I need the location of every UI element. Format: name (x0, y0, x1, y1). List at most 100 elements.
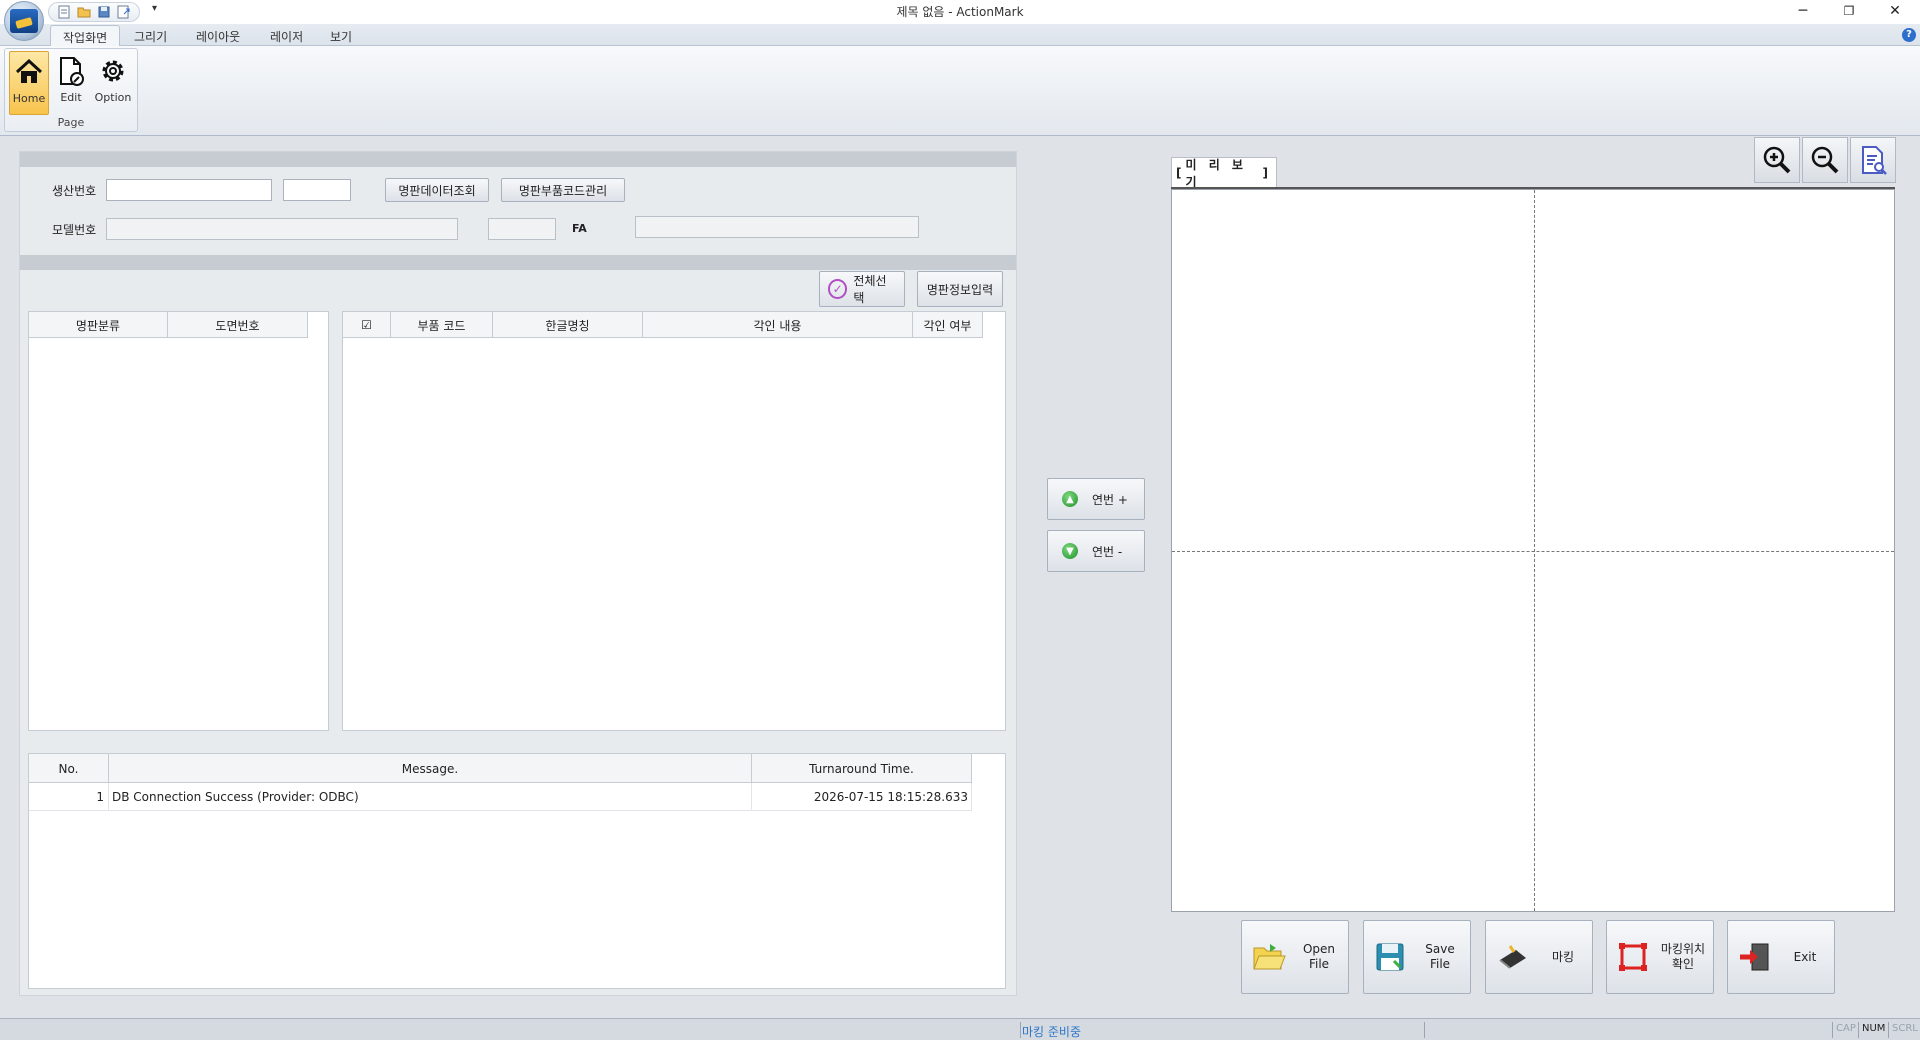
preview-tab-title: 미 리 보 기 (1185, 158, 1247, 189)
status-divider (1424, 1022, 1425, 1038)
status-bar: 마킹 준비중 CAP NUM SCRL (0, 1018, 1920, 1040)
nameplate-info-input-button[interactable]: 명판정보입력 (917, 271, 1003, 307)
zoom-in-button[interactable] (1754, 137, 1800, 183)
serial-minus-button[interactable]: ▼ 연번 - (1047, 530, 1145, 572)
log-grid-header: No. Message. Turnaround Time. (29, 754, 972, 783)
nameplate-lookup-button[interactable]: 명판데이터조회 (385, 178, 489, 202)
column-turnaround-time[interactable]: Turnaround Time. (752, 754, 972, 783)
part-code-management-button[interactable]: 명판부품코드관리 (501, 178, 625, 202)
home-icon (15, 58, 43, 83)
app-menu-button[interactable] (4, 1, 44, 41)
open-file-line1: Open (1302, 942, 1336, 956)
column-no[interactable]: No. (29, 754, 109, 783)
title-bar: ▾ 제목 없음 - ActionMark ─ ❐ ✕ (0, 0, 1920, 41)
log-row-time: 2026-07-15 18:15:28.633 (752, 783, 972, 811)
scroll-lock-indicator: SCRL (1892, 1023, 1918, 1034)
column-part-code[interactable]: 부품 코드 (391, 312, 493, 338)
ribbon-group-page: Home Edit Option Page (4, 48, 138, 132)
fit-page-button[interactable] (1850, 137, 1896, 183)
app-logo-icon (10, 9, 38, 33)
ribbon-tab-bar: 작업화면 그리기 레이아웃 레이저 보기 (0, 24, 1920, 46)
preview-canvas[interactable] (1171, 189, 1895, 912)
marking-area-line1: 마킹위치 (1660, 942, 1706, 956)
tab-layout[interactable]: 레이아웃 (184, 25, 252, 46)
column-drawing-no[interactable]: 도면번호 (168, 312, 308, 338)
serial-plus-label: 연번 + (1092, 492, 1128, 507)
exit-label: Exit (1793, 949, 1817, 964)
status-divider (1832, 1022, 1833, 1038)
column-checkbox[interactable]: ☑ (343, 312, 391, 338)
home-button[interactable]: Home (9, 51, 49, 115)
grid-header-bar (20, 255, 1016, 270)
gear-icon (102, 60, 124, 82)
edit-button-label: Edit (60, 91, 82, 104)
status-divider (1888, 1022, 1889, 1038)
exit-button[interactable]: Exit (1727, 920, 1835, 994)
zoom-out-icon (1811, 146, 1839, 174)
marking-area-icon (1619, 943, 1647, 971)
preview-tab-bracket-close: ] (1262, 166, 1272, 180)
serial-minus-label: 연번 - (1092, 544, 1123, 559)
marking-button[interactable]: 마킹 (1485, 920, 1593, 994)
select-all-button[interactable]: ✓ 전체선택 (819, 271, 905, 307)
exit-door-icon (1740, 943, 1769, 971)
edit-document-icon (60, 57, 84, 86)
parts-grid: ☑ 부품 코드 한글명칭 각인 내용 각인 여부 (342, 311, 1006, 731)
horizontal-guide-line (1172, 551, 1894, 552)
tab-draw[interactable]: 그리기 (122, 25, 179, 46)
log-row-message: DB Connection Success (Provider: ODBC) (109, 783, 752, 811)
save-file-line2: File (1429, 957, 1451, 971)
log-row-no: 1 (29, 783, 109, 811)
select-all-label: 전체선택 (853, 274, 887, 305)
help-icon[interactable]: ? (1902, 28, 1916, 42)
tab-laser[interactable]: 레이저 (258, 25, 315, 46)
zoom-in-icon (1763, 146, 1791, 174)
open-file-button[interactable]: Open File (1241, 920, 1349, 994)
serial-plus-button[interactable]: ▲ 연번 + (1047, 478, 1145, 520)
column-message[interactable]: Message. (109, 754, 752, 783)
laser-marker-icon (1499, 945, 1526, 969)
marking-area-check-button[interactable]: 마킹위치 확인 (1606, 920, 1714, 994)
document-search-icon (1862, 146, 1887, 175)
marking-area-line2: 확인 (1671, 957, 1695, 971)
minimize-button[interactable]: ─ (1780, 0, 1826, 22)
parts-grid-header: ☑ 부품 코드 한글명칭 각인 내용 각인 여부 (343, 312, 983, 338)
edit-button[interactable]: Edit (51, 51, 91, 115)
form-header-bar (20, 152, 1016, 167)
option-button[interactable]: Option (93, 51, 133, 115)
column-nameplate-category[interactable]: 명판분류 (29, 312, 168, 338)
production-no-input-2[interactable] (283, 179, 351, 201)
fa-input[interactable] (635, 216, 919, 238)
column-engraving-flag[interactable]: 각인 여부 (913, 312, 983, 338)
production-no-label: 생산번호 (52, 184, 97, 198)
close-button[interactable]: ✕ (1872, 0, 1918, 22)
model-no-label: 모델번호 (52, 223, 97, 237)
table-row[interactable]: 1 DB Connection Success (Provider: ODBC)… (29, 783, 972, 811)
option-button-label: Option (94, 91, 132, 104)
column-korean-name[interactable]: 한글명칭 (493, 312, 643, 338)
tab-workspace[interactable]: 작업화면 (50, 25, 121, 46)
tab-view[interactable]: 보기 (318, 25, 364, 46)
arrow-up-icon: ▲ (1062, 491, 1078, 507)
category-grid-header: 명판분류 도면번호 (29, 312, 308, 338)
preview-tab[interactable]: [ 미 리 보 기 ] (1171, 157, 1277, 189)
restore-button[interactable]: ❐ (1826, 0, 1872, 22)
zoom-out-button[interactable] (1802, 137, 1848, 183)
model-no-input[interactable] (106, 218, 458, 240)
ribbon-panel: Home Edit Option Page (0, 46, 1920, 136)
marking-label: 마킹 (1551, 949, 1575, 964)
model-no-input-2[interactable] (488, 218, 556, 240)
column-engraving-content[interactable]: 각인 내용 (643, 312, 913, 338)
category-grid: 명판분류 도면번호 (28, 311, 329, 731)
left-panel: 생산번호 명판데이터조회 명판부품코드관리 모델번호 FA ✓ 전체선택 명판정… (19, 151, 1017, 996)
save-file-line1: Save (1425, 942, 1455, 956)
log-grid: No. Message. Turnaround Time. 1 DB Conne… (28, 753, 1006, 989)
num-lock-indicator: NUM (1862, 1023, 1886, 1034)
status-message: 마킹 준비중 (1022, 1025, 1082, 1039)
open-file-line2: File (1308, 957, 1330, 971)
production-no-input[interactable] (106, 179, 272, 201)
save-file-button[interactable]: Save File (1363, 920, 1471, 994)
caps-lock-indicator: CAP (1836, 1023, 1856, 1034)
check-circle-icon: ✓ (828, 279, 848, 299)
ribbon-group-label: Page (57, 116, 85, 129)
